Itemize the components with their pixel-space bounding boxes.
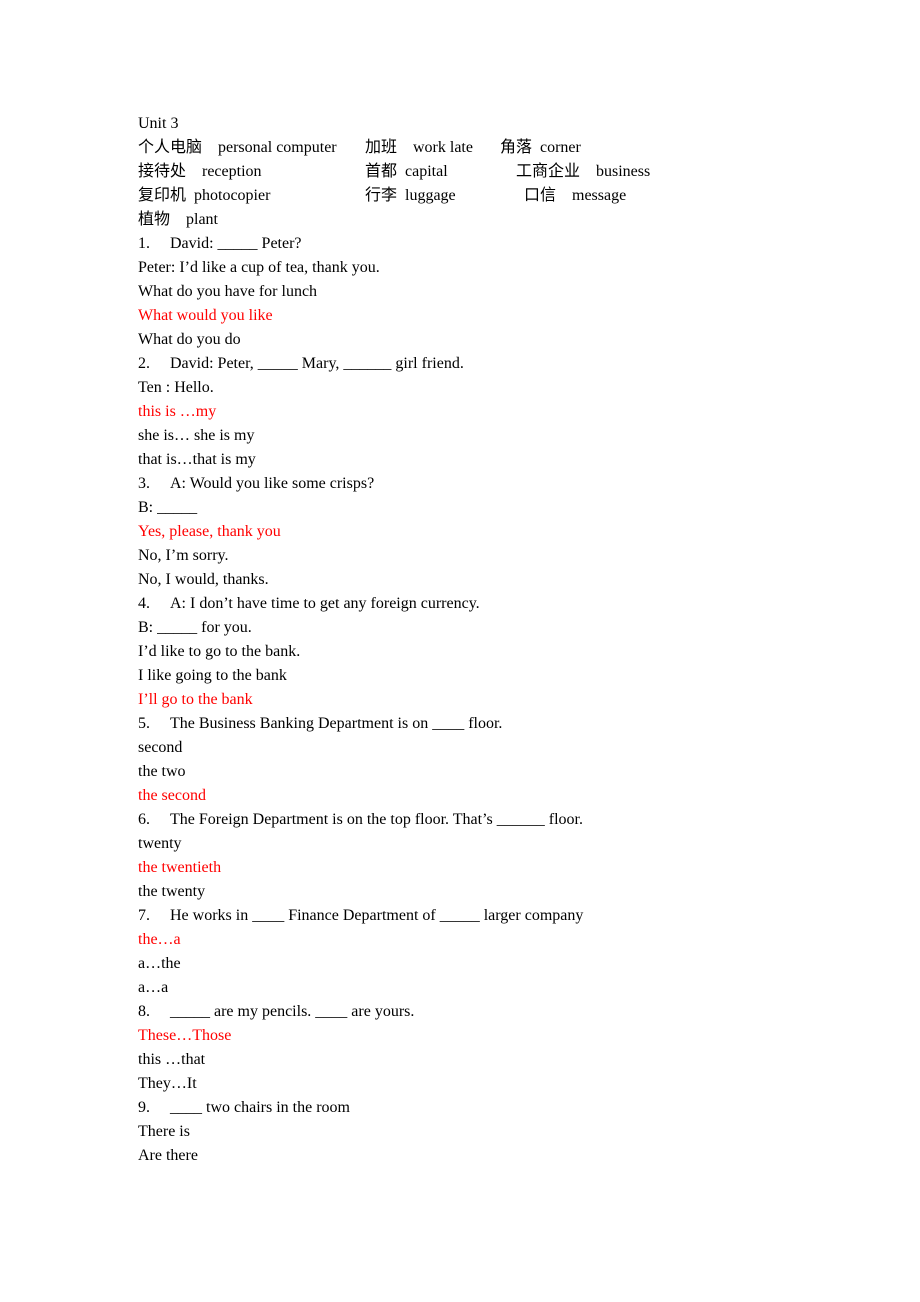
question-number: 5. xyxy=(138,715,150,732)
answer-option-correct[interactable]: the twentieth xyxy=(138,856,838,880)
answer-option[interactable]: No, I would, thanks. xyxy=(138,568,838,592)
vocabulary-row: 个人电脑 personal computer 加班 work late 角落 cor… xyxy=(138,136,838,160)
question-text: A: Would you like some crisps? xyxy=(170,475,375,492)
answer-option[interactable]: What do you have for lunch xyxy=(138,280,838,304)
vocabulary-entry: 个人电脑 personal computer xyxy=(138,139,337,156)
answer-option[interactable]: No, I’m sorry. xyxy=(138,544,838,568)
answer-option[interactable]: that is…that is my xyxy=(138,448,838,472)
question-block: 5. The Business Banking Department is on … xyxy=(138,712,838,808)
answer-option-correct[interactable]: What would you like xyxy=(138,304,838,328)
answer-option-correct[interactable]: I’ll go to the bank xyxy=(138,688,838,712)
vocabulary-entry: 工商企业 business xyxy=(500,163,651,180)
question-prompt: 6. The Foreign Department is on the top f… xyxy=(138,808,838,832)
question-extra-line: Ten : Hello. xyxy=(138,379,214,396)
question-block: 2. David: Peter, _____ Mary, ______ girl … xyxy=(138,352,838,472)
question-extra-line: Peter: I’d like a cup of tea, thank you. xyxy=(138,259,380,276)
answer-option[interactable]: What do you do xyxy=(138,328,838,352)
question-extra-line: B: _____ xyxy=(138,499,198,516)
question-number: 3. xyxy=(138,475,150,492)
question-number: 9. xyxy=(138,1099,150,1116)
question-prompt: 7. He works in ____ Finance Department of… xyxy=(138,904,838,928)
answer-option[interactable]: Are there xyxy=(138,1144,838,1168)
answer-option[interactable]: she is… she is my xyxy=(138,424,838,448)
answer-option[interactable]: the twenty xyxy=(138,880,838,904)
questions-list: 1. David: _____ Peter? Peter: I’d like a c… xyxy=(138,232,838,1168)
question-prompt: 2. David: Peter, _____ Mary, ______ girl … xyxy=(138,352,838,376)
answer-option[interactable]: the two xyxy=(138,760,838,784)
question-prompt: 1. David: _____ Peter? xyxy=(138,232,838,256)
vocabulary-entry: 植物 plant xyxy=(138,211,218,228)
document-page: Unit 3 个人电脑 personal computer 加班 work lat… xyxy=(0,0,920,1302)
question-extra-line: B: _____ for you. xyxy=(138,619,252,636)
question-prompt: 8. _____ are my pencils. ____ are yours. xyxy=(138,1000,838,1024)
document-body: Unit 3 个人电脑 personal computer 加班 work lat… xyxy=(138,112,838,1168)
answer-option-correct[interactable]: These…Those xyxy=(138,1024,838,1048)
question-prompt: 5. The Business Banking Department is on … xyxy=(138,712,838,736)
answer-option[interactable]: a…the xyxy=(138,952,838,976)
vocabulary-row: 植物 plant xyxy=(138,208,838,232)
question-text: The Foreign Department is on the top flo… xyxy=(170,811,583,828)
vocabulary-entry: 首都 capital xyxy=(365,163,448,180)
answer-option[interactable]: I’d like to go to the bank. xyxy=(138,640,838,664)
question-block: 8. _____ are my pencils. ____ are yours. T… xyxy=(138,1000,838,1096)
question-text: _____ are my pencils. ____ are yours. xyxy=(170,1003,415,1020)
question-block: 3. A: Would you like some crisps? B: _____… xyxy=(138,472,838,592)
vocabulary-entry: 口信 message xyxy=(500,187,627,204)
vocabulary-entry: 加班 work late xyxy=(365,139,473,156)
question-text: He works in ____ Finance Department of _… xyxy=(170,907,584,924)
vocabulary-entry: 接待处 reception xyxy=(138,163,262,180)
question-number: 8. xyxy=(138,1003,150,1020)
vocabulary-entry: 复印机 photocopier xyxy=(138,187,271,204)
vocabulary-row: 复印机 photocopier 行李 luggage 口信 message xyxy=(138,184,838,208)
question-block: 4. A: I don’t have time to get any foreig… xyxy=(138,592,838,712)
question-text: The Business Banking Department is on __… xyxy=(170,715,503,732)
answer-option[interactable]: I like going to the bank xyxy=(138,664,838,688)
question-text: David: Peter, _____ Mary, ______ girl fr… xyxy=(170,355,464,372)
answer-option-correct[interactable]: this is …my xyxy=(138,400,838,424)
document-title: Unit 3 xyxy=(138,115,179,132)
question-text: David: _____ Peter? xyxy=(170,235,302,252)
question-prompt: 9. ____ two chairs in the room xyxy=(138,1096,838,1120)
question-number: 2. xyxy=(138,355,150,372)
answer-option-correct[interactable]: the…a xyxy=(138,928,838,952)
question-text: A: I don’t have time to get any foreign … xyxy=(170,595,480,612)
question-number: 7. xyxy=(138,907,150,924)
vocabulary-table: 个人电脑 personal computer 加班 work late 角落 cor… xyxy=(138,136,838,232)
vocabulary-entry: 角落 corner xyxy=(500,139,581,156)
answer-option-correct[interactable]: the second xyxy=(138,784,838,808)
question-block: 1. David: _____ Peter? Peter: I’d like a c… xyxy=(138,232,838,352)
answer-option-correct[interactable]: Yes, please, thank you xyxy=(138,520,838,544)
question-prompt: 3. A: Would you like some crisps? xyxy=(138,472,838,496)
answer-option[interactable]: twenty xyxy=(138,832,838,856)
question-text: ____ two chairs in the room xyxy=(170,1099,350,1116)
question-number: 1. xyxy=(138,235,150,252)
question-number: 4. xyxy=(138,595,150,612)
question-block: 9. ____ two chairs in the room There is Are… xyxy=(138,1096,838,1168)
question-block: 6. The Foreign Department is on the top f… xyxy=(138,808,838,904)
vocabulary-entry: 行李 luggage xyxy=(365,187,456,204)
answer-option[interactable]: There is xyxy=(138,1120,838,1144)
question-prompt: 4. A: I don’t have time to get any foreig… xyxy=(138,592,838,616)
vocabulary-row: 接待处 reception 首都 capital 工商企业 business xyxy=(138,160,838,184)
answer-option[interactable]: a…a xyxy=(138,976,838,1000)
answer-option[interactable]: this …that xyxy=(138,1048,838,1072)
answer-option[interactable]: They…It xyxy=(138,1072,838,1096)
answer-option[interactable]: second xyxy=(138,736,838,760)
question-block: 7. He works in ____ Finance Department of… xyxy=(138,904,838,1000)
question-number: 6. xyxy=(138,811,150,828)
